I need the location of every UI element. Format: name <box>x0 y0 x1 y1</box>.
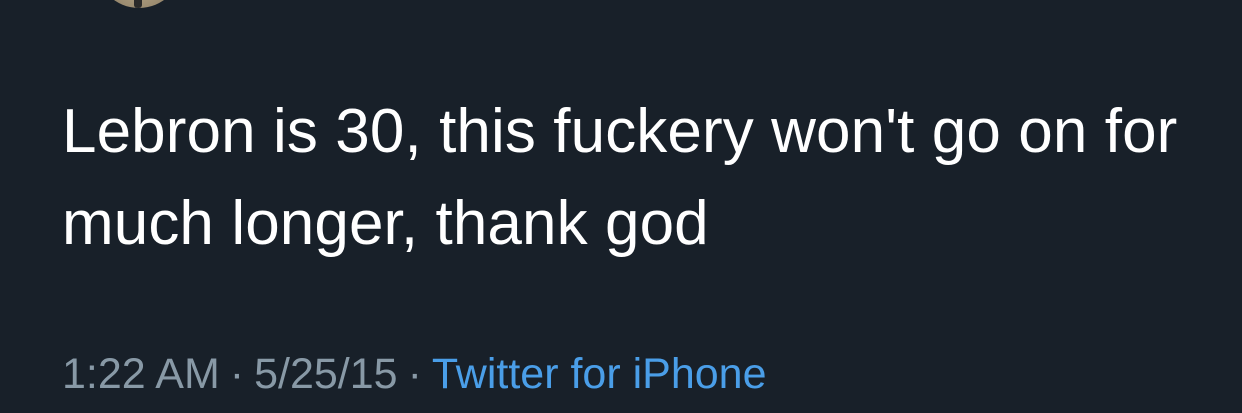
tweet-meta: 1:22 AM · 5/25/15 · Twitter for iPhone <box>62 346 766 402</box>
tweet-source-link[interactable]: Twitter for iPhone <box>432 350 767 398</box>
tweet-time: 1:22 AM <box>62 350 220 398</box>
meta-separator: · <box>229 350 245 398</box>
avatar[interactable] <box>96 0 182 8</box>
meta-separator: · <box>407 350 422 398</box>
tweet-date[interactable]: 5/25/15 <box>254 350 397 398</box>
tweet-text: Lebron is 30, this fuckery won't go on f… <box>62 97 1178 258</box>
